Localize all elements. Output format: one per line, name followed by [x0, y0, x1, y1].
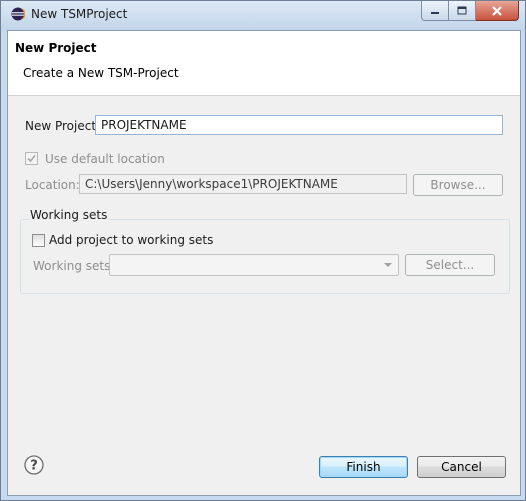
page-title: New Project	[15, 41, 97, 55]
close-button[interactable]	[476, 1, 519, 21]
project-name-input[interactable]: PROJEKTNAME	[95, 115, 503, 135]
browse-button[interactable]: Browse...	[413, 174, 503, 196]
use-default-location-checkbox[interactable]	[25, 152, 38, 165]
maximize-icon	[457, 6, 467, 15]
working-sets-combo[interactable]	[109, 254, 399, 276]
add-to-working-sets-label: Add project to working sets	[49, 233, 214, 247]
project-name-label: New Project	[25, 119, 97, 133]
wizard-header: New Project Create a New TSM-Project	[8, 31, 520, 96]
location-label: Location:	[25, 178, 80, 192]
caption-buttons	[421, 1, 519, 21]
minimize-button[interactable]	[421, 1, 449, 21]
select-button[interactable]: Select...	[405, 254, 495, 276]
eclipse-icon[interactable]	[11, 7, 25, 21]
cancel-button[interactable]: Cancel	[417, 456, 506, 478]
page-subtitle: Create a New TSM-Project	[23, 66, 179, 80]
add-to-working-sets-checkbox[interactable]	[32, 234, 45, 247]
finish-button[interactable]: Finish	[319, 456, 408, 478]
close-icon	[492, 5, 502, 16]
dialog-window: New TSMProject New Project Create a New …	[0, 0, 526, 501]
title-bar[interactable]: New TSMProject	[1, 1, 525, 30]
working-sets-label: Working sets:	[33, 259, 115, 273]
window-title: New TSMProject	[31, 7, 128, 21]
minimize-icon	[431, 11, 439, 14]
location-input[interactable]: C:\Users\Jenny\workspace1\PROJEKTNAME	[79, 174, 407, 194]
dialog-client-area: New Project Create a New TSM-Project New…	[7, 30, 521, 496]
svg-text:?: ?	[30, 459, 38, 474]
use-default-location-label: Use default location	[45, 152, 165, 166]
maximize-button[interactable]	[449, 1, 476, 21]
help-icon[interactable]: ?	[24, 455, 44, 475]
working-sets-group-label: Working sets	[29, 208, 109, 222]
chevron-down-icon	[384, 263, 392, 267]
checkmark-icon	[27, 154, 36, 163]
